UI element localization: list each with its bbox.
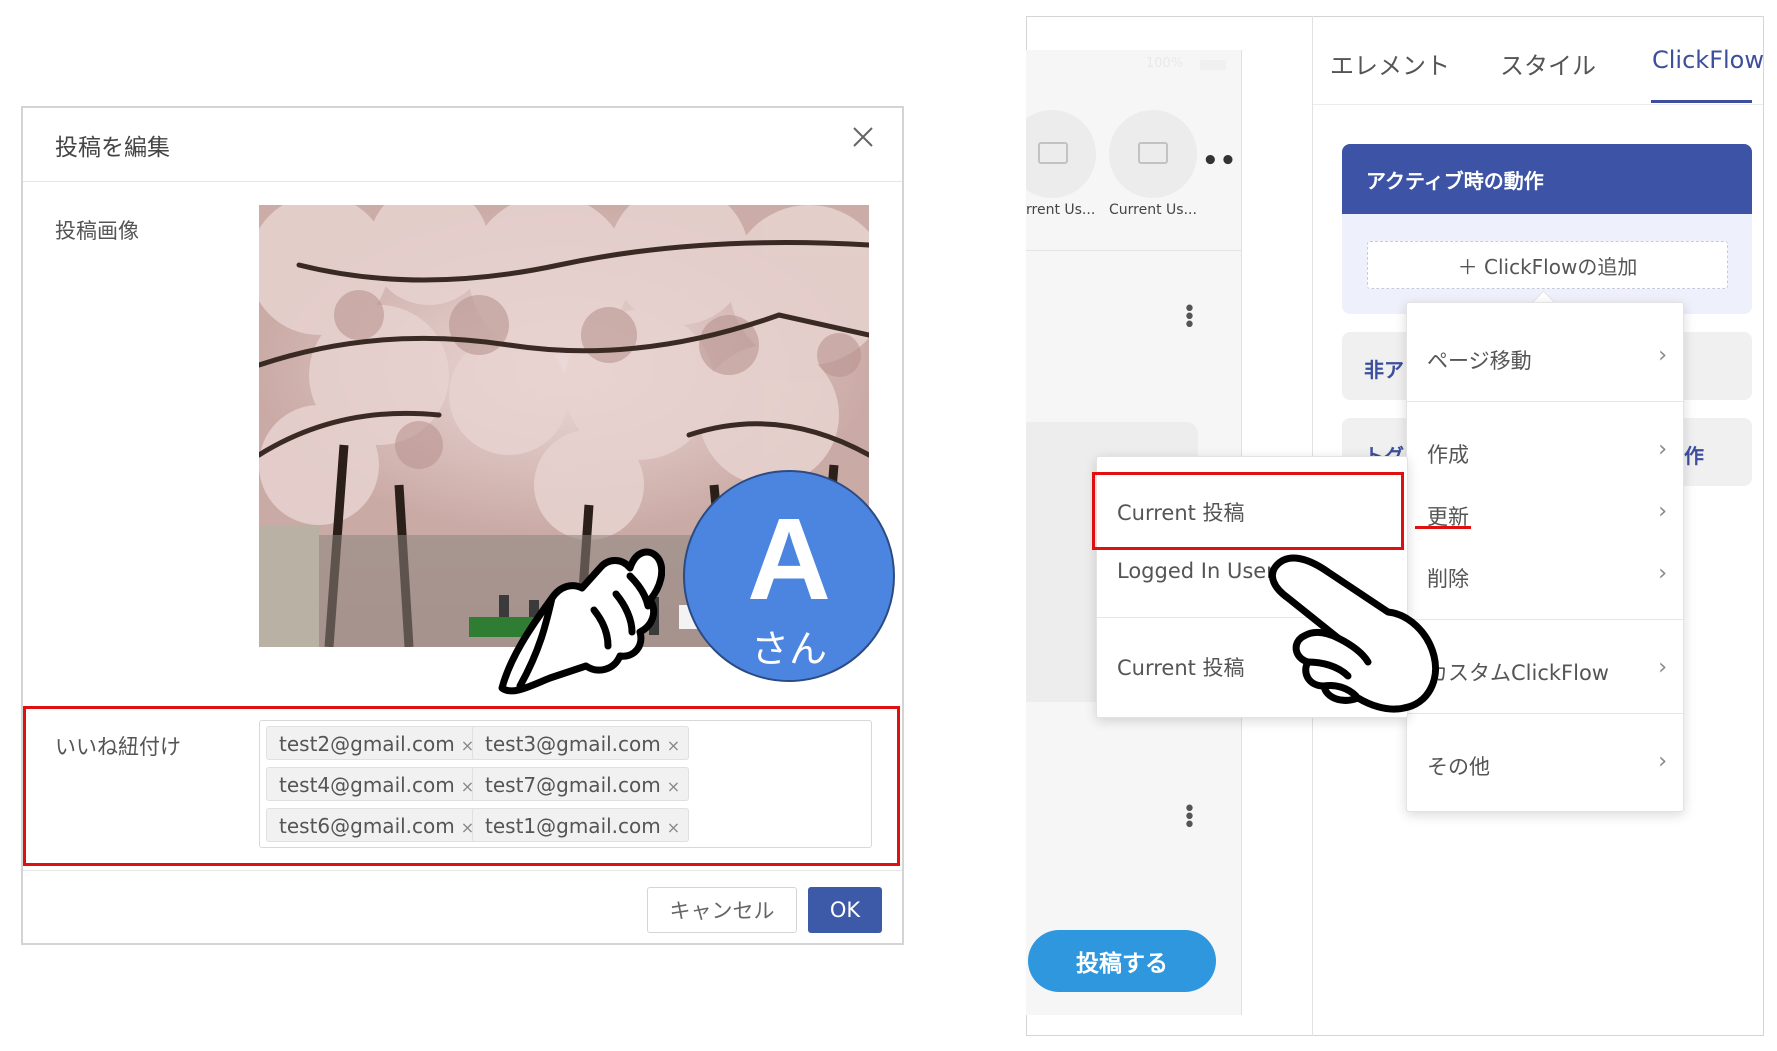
pointing-hand-icon xyxy=(1268,548,1448,718)
battery-status: 100% xyxy=(1146,56,1184,71)
avatar-letter: A xyxy=(747,494,831,624)
chevron-right-icon: › xyxy=(1658,499,1667,524)
user-name-label: rrent Us... xyxy=(1026,202,1096,218)
divider xyxy=(1407,713,1683,714)
more-icon[interactable]: ••• xyxy=(1202,146,1241,176)
close-icon[interactable] xyxy=(850,124,876,157)
likes-highlight-box xyxy=(23,706,900,866)
current-post-highlight-box xyxy=(1092,472,1404,550)
divider xyxy=(1407,619,1683,620)
avatar: A さん xyxy=(683,470,895,682)
tab-style[interactable]: スタイル xyxy=(1500,46,1596,81)
menu-item-custom-clickflow[interactable]: カスタムClickFlow › xyxy=(1407,641,1683,701)
divider xyxy=(23,181,902,182)
vertical-more-icon[interactable]: • • • xyxy=(1183,299,1196,337)
menu-item-delete[interactable]: 削除 › xyxy=(1407,547,1683,607)
tab-clickflow[interactable]: ClickFlow xyxy=(1652,46,1764,74)
submenu-item-logged-in-user[interactable]: Logged In User xyxy=(1117,559,1275,583)
toggle-action-header-suffix: 作 xyxy=(1684,444,1704,468)
divider xyxy=(1407,401,1683,402)
divider xyxy=(23,870,902,871)
update-underline xyxy=(1415,526,1471,529)
menu-item-update[interactable]: 更新 › xyxy=(1407,485,1683,545)
menu-item-page-navigation[interactable]: ページ移動 › xyxy=(1407,329,1683,389)
menu-item-create[interactable]: 作成 › xyxy=(1407,423,1683,483)
active-action-panel: アクティブ時の動作 ＋ ClickFlowの追加 xyxy=(1342,144,1752,314)
add-clickflow-button[interactable]: ＋ ClickFlowの追加 xyxy=(1367,241,1728,289)
cancel-button[interactable]: キャンセル xyxy=(647,887,797,933)
dialog-title: 投稿を編集 xyxy=(55,135,170,161)
chevron-right-icon: › xyxy=(1658,655,1667,680)
chevron-right-icon: › xyxy=(1658,749,1667,774)
divider xyxy=(1313,104,1763,105)
chevron-right-icon: › xyxy=(1658,437,1667,462)
divider xyxy=(1026,250,1241,251)
image-placeholder-icon xyxy=(1038,142,1068,164)
chevron-right-icon: › xyxy=(1658,561,1667,586)
user-name-label: Current Us... xyxy=(1109,202,1197,218)
submenu-item-current-post-2[interactable]: Current 投稿 xyxy=(1117,652,1245,682)
active-tab-indicator xyxy=(1651,100,1752,103)
vertical-more-icon[interactable]: • • • xyxy=(1183,799,1196,837)
inactive-action-header: 非ア xyxy=(1364,358,1404,382)
tab-element[interactable]: エレメント xyxy=(1330,46,1450,81)
chevron-right-icon: › xyxy=(1658,343,1667,368)
battery-icon xyxy=(1200,60,1226,70)
post-button[interactable]: 投稿する xyxy=(1028,930,1216,992)
menu-item-other[interactable]: その他 › xyxy=(1407,735,1683,795)
active-action-header: アクティブ時の動作 xyxy=(1342,144,1752,214)
post-image-label: 投稿画像 xyxy=(55,219,139,243)
pointing-hand-icon xyxy=(490,528,666,703)
ok-button[interactable]: OK xyxy=(808,887,882,933)
avatar-suffix: さん xyxy=(750,627,827,671)
image-placeholder-icon xyxy=(1138,142,1168,164)
